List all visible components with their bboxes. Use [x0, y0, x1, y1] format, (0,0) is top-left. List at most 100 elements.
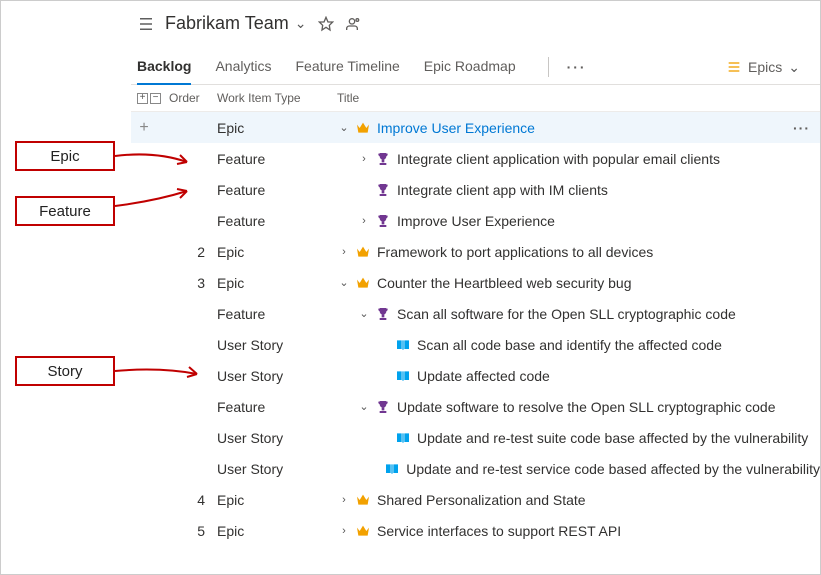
- work-item-title: Scan all software for the Open SLL crypt…: [397, 306, 736, 322]
- tab-feature-timeline[interactable]: Feature Timeline: [296, 50, 400, 84]
- work-item-title: Update software to resolve the Open SLL …: [397, 399, 775, 415]
- book-icon: [395, 337, 411, 353]
- row-order: 3: [169, 275, 217, 291]
- row-title-cell: › Framework to port applications to all d…: [337, 244, 820, 260]
- backlog-row[interactable]: 4Epic› Shared Personalization and State: [131, 484, 820, 515]
- work-item-title: Framework to port applications to all de…: [377, 244, 653, 260]
- chevron-down-icon[interactable]: ⌄: [337, 276, 351, 289]
- chevron-down-icon[interactable]: ⌄: [357, 400, 371, 413]
- backlog-row[interactable]: Feature›Improve User Experience: [131, 205, 820, 236]
- backlog-row[interactable]: 5Epic› Service interfaces to support REST…: [131, 515, 820, 546]
- backlog-row[interactable]: Feature⌄Update software to resolve the O…: [131, 391, 820, 422]
- row-work-item-type: User Story: [217, 461, 337, 477]
- work-item-title: Counter the Heartbleed web security bug: [377, 275, 631, 291]
- chevron-right-icon[interactable]: ›: [337, 246, 351, 258]
- row-title-cell: › Shared Personalization and State: [337, 492, 820, 508]
- row-title-cell: › Integrate client application with popul…: [337, 151, 820, 167]
- work-item-title[interactable]: Improve User Experience: [377, 120, 535, 136]
- backlog-row[interactable]: User Story Update and re-test suite code …: [131, 422, 820, 453]
- team-title[interactable]: Fabrikam Team: [165, 13, 289, 34]
- column-order[interactable]: Order: [169, 91, 217, 105]
- backlog-row[interactable]: + Epic⌄ Improve User Experience ···: [131, 112, 820, 143]
- backlog-row[interactable]: 2Epic› Framework to port applications to …: [131, 236, 820, 267]
- crown-icon: [355, 120, 371, 136]
- backlog-row[interactable]: User Story Update and re-test service cod…: [131, 453, 820, 484]
- book-icon: [395, 430, 411, 446]
- work-item-title: Update and re-test suite code base affec…: [417, 430, 808, 446]
- row-work-item-type: User Story: [217, 368, 337, 384]
- crown-icon: [355, 275, 371, 291]
- row-work-item-type: Feature: [217, 151, 337, 167]
- row-work-item-type: Feature: [217, 182, 337, 198]
- row-title-cell: Update and re-test service code based af…: [337, 461, 820, 477]
- tab-divider: [548, 57, 549, 77]
- row-title-cell: Scan all code base and identify the affe…: [337, 337, 820, 353]
- backlog-rows: +Epic⌄Improve User Experience···Feature›…: [131, 112, 820, 546]
- work-item-title: Scan all code base and identify the affe…: [417, 337, 722, 353]
- row-work-item-type: User Story: [217, 430, 337, 446]
- collapse-all-button[interactable]: −: [150, 93, 161, 104]
- row-title-cell: ⌄ Scan all software for the Open SLL cryp…: [337, 306, 820, 322]
- crown-icon: [355, 244, 371, 260]
- trophy-icon: [375, 182, 391, 198]
- chevron-down-icon[interactable]: ⌄: [337, 121, 351, 134]
- row-order: 5: [169, 523, 217, 539]
- row-title-cell: › Service interfaces to support REST API: [337, 523, 820, 539]
- chevron-right-icon[interactable]: ›: [357, 215, 371, 227]
- callout-epic: Epic: [15, 141, 115, 171]
- tab-bar: Backlog Analytics Feature Timeline Epic …: [131, 40, 820, 85]
- backlog-level-selector[interactable]: Epics ⌄: [726, 59, 800, 76]
- row-title-cell: ⌄ Update software to resolve the Open SLL…: [337, 399, 820, 415]
- work-item-title: Update and re-test service code based af…: [406, 461, 820, 477]
- expand-all-button[interactable]: +: [137, 93, 148, 104]
- people-icon[interactable]: [346, 16, 362, 32]
- chevron-down-icon[interactable]: ⌄: [295, 15, 307, 32]
- row-work-item-type: Epic: [217, 523, 337, 539]
- backlog-row[interactable]: 3Epic⌄ Counter the Heartbleed web securit…: [131, 267, 820, 298]
- tab-analytics[interactable]: Analytics: [215, 50, 271, 84]
- level-selector-label: Epics: [748, 59, 782, 75]
- tab-backlog[interactable]: Backlog: [137, 50, 191, 84]
- work-item-title: Integrate client application with popula…: [397, 151, 720, 167]
- row-context-menu[interactable]: ···: [793, 120, 810, 136]
- backlog-row[interactable]: Feature ⌄ Scan all software for the Open S…: [131, 298, 820, 329]
- star-icon[interactable]: [318, 16, 334, 32]
- row-order: 4: [169, 492, 217, 508]
- callout-story: Story: [15, 356, 115, 386]
- row-work-item-type: Feature: [217, 306, 337, 322]
- trophy-icon: [375, 151, 391, 167]
- work-item-title: Shared Personalization and State: [377, 492, 586, 508]
- row-title-cell: ›Improve User Experience: [337, 213, 820, 229]
- chevron-down-icon: ⌄: [788, 59, 800, 76]
- row-order: 2: [169, 244, 217, 260]
- book-icon: [384, 461, 400, 477]
- column-work-item-type[interactable]: Work Item Type: [217, 91, 337, 105]
- trophy-icon: [375, 306, 391, 322]
- backlog-row[interactable]: FeatureIntegrate client app with IM clie…: [131, 174, 820, 205]
- add-work-item-button[interactable]: +: [137, 121, 151, 135]
- page-header: Fabrikam Team ⌄: [131, 1, 820, 40]
- backlog-row[interactable]: User Story Scan all code base and identif…: [131, 329, 820, 360]
- row-title-cell: ⌄ Counter the Heartbleed web security bug: [337, 275, 820, 291]
- chevron-right-icon[interactable]: ›: [337, 494, 351, 506]
- crown-icon: [355, 523, 371, 539]
- backlog-row[interactable]: User StoryUpdate affected code: [131, 360, 820, 391]
- chevron-down-icon[interactable]: ⌄: [357, 307, 371, 320]
- row-work-item-type: Epic: [217, 120, 337, 136]
- book-icon: [395, 368, 411, 384]
- chevron-right-icon[interactable]: ›: [357, 153, 371, 165]
- row-work-item-type: Epic: [217, 244, 337, 260]
- backlog-icon: [137, 15, 155, 33]
- row-work-item-type: User Story: [217, 337, 337, 353]
- epic-level-icon: [726, 59, 742, 75]
- row-work-item-type: Epic: [217, 275, 337, 291]
- table-header: + − Order Work Item Type Title: [131, 85, 820, 112]
- tabs-more-button[interactable]: ···: [563, 59, 591, 75]
- row-work-item-type: Epic: [217, 492, 337, 508]
- column-title[interactable]: Title: [337, 91, 820, 105]
- row-title-cell: Update affected code: [337, 368, 820, 384]
- tab-epic-roadmap[interactable]: Epic Roadmap: [424, 50, 516, 84]
- work-item-title: Service interfaces to support REST API: [377, 523, 621, 539]
- backlog-row[interactable]: Feature › Integrate client application wit…: [131, 143, 820, 174]
- chevron-right-icon[interactable]: ›: [337, 525, 351, 537]
